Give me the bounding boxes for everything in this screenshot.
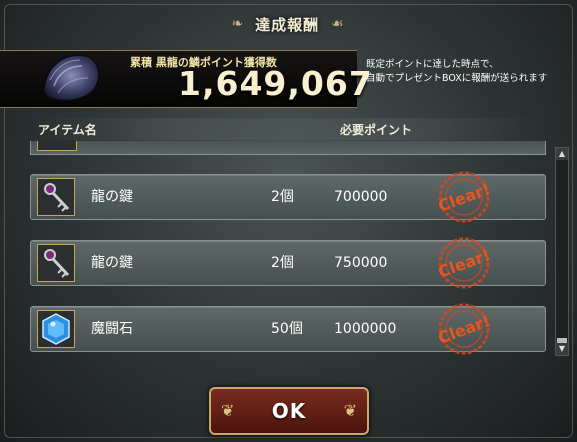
dialog-frame: ❧ 達成報酬 ☙ 累積 黒龍の鱗ポイント獲得数 1,649,067 既定ポイント…: [0, 0, 577, 442]
note-line-1: 既定ポイントに達した時点で、: [366, 59, 499, 70]
item-name: 魔闘石: [91, 321, 133, 337]
table-header: [30, 118, 544, 140]
item-quantity: 50個: [271, 321, 303, 337]
required-points: 1000000: [334, 321, 397, 337]
item-name: 龍の鍵: [91, 189, 133, 205]
scroll-up-icon[interactable]: ▲: [556, 148, 568, 160]
clear-stamp-icon: Clear!: [436, 237, 493, 289]
table-row: 魔闘石 50個 1000000 Clear!: [30, 303, 546, 355]
points-value: 1,649,067: [178, 64, 373, 103]
title-ornament-left-icon: ❧: [231, 16, 244, 32]
blue-gem-icon: [37, 310, 75, 348]
title-ornament-right-icon: ☙: [331, 16, 344, 32]
item-name: 龍の鍵: [91, 255, 133, 271]
flourish-left-icon: ❦: [221, 401, 235, 420]
scroll-down-icon[interactable]: ▼: [556, 343, 568, 355]
reward-note: 既定ポイントに達した時点で、 自動でプレゼントBOXに報酬が送られます: [366, 58, 571, 86]
list-scrollbar[interactable]: ▲ ▼: [555, 147, 569, 356]
background-ghost-text: [60, 12, 69, 42]
table-row: 龍の鍵 2個 700000 Clear!: [30, 171, 546, 223]
title-bar: ❧ 達成報酬 ☙: [185, 12, 390, 36]
note-line-2: 自動でプレゼントBOXに報酬が送られます: [366, 73, 548, 84]
column-header-item: アイテム名: [38, 123, 97, 137]
ok-button[interactable]: ❦ OK ❦: [209, 387, 369, 435]
table-row-partial: [30, 141, 546, 155]
dialog-title: 達成報酬: [255, 15, 320, 34]
ok-button-label: OK: [271, 399, 307, 423]
required-points: 750000: [334, 255, 388, 271]
column-header-required: 必要ポイント: [340, 123, 413, 137]
item-quantity: 2個: [271, 255, 294, 271]
dragon-scale-icon: [43, 54, 100, 102]
flourish-right-icon: ❦: [343, 401, 357, 420]
clear-stamp-icon: Clear!: [436, 303, 493, 355]
dragon-key-icon: [37, 178, 75, 216]
clear-stamp-icon: Clear!: [436, 171, 493, 223]
table-row: 龍の鍵 2個 750000 Clear!: [30, 237, 546, 289]
item-quantity: 2個: [271, 189, 294, 205]
dragon-key-icon: [37, 244, 75, 282]
required-points: 700000: [334, 189, 388, 205]
